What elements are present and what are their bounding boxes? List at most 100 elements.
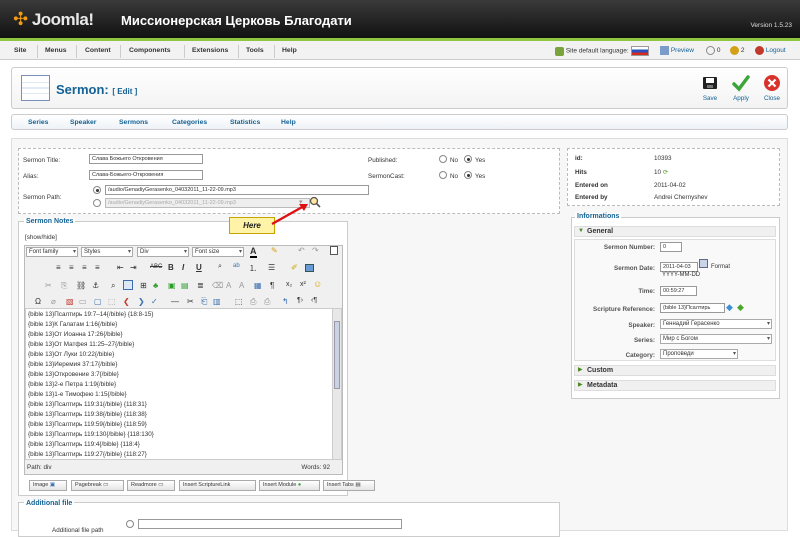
insert-scripturelink-button[interactable]: Insert ScriptureLink xyxy=(179,480,256,491)
outdent-icon[interactable]: ⇤ xyxy=(117,263,124,272)
strikethrough-icon[interactable]: ABC xyxy=(150,264,162,270)
paragraph-icon[interactable]: ¶ xyxy=(270,281,274,290)
return-icon[interactable]: ↰ xyxy=(282,297,289,306)
layer-icon[interactable]: ▭ xyxy=(79,297,87,306)
hr-icon[interactable]: — xyxy=(171,297,179,306)
title-input[interactable]: Слава Божьего Откровения xyxy=(89,154,203,164)
paste-icon[interactable]: ⎗ xyxy=(201,297,207,307)
link-icon[interactable]: ⛓ xyxy=(76,281,86,290)
cleanup-icon[interactable]: ⌀ xyxy=(51,297,56,306)
pagebreak-button[interactable]: Pagebreak ▭ xyxy=(71,480,124,491)
category-select[interactable]: Проповеди xyxy=(660,349,738,359)
align-center-icon[interactable]: ≡ xyxy=(69,263,74,272)
table-icon[interactable] xyxy=(123,280,133,290)
visual-aid-icon[interactable]: ⬚ xyxy=(235,297,243,306)
save-button[interactable]: Save xyxy=(698,74,722,102)
omega-icon[interactable]: Ω xyxy=(35,297,41,306)
numbered-list-icon[interactable]: ⒈ xyxy=(249,263,257,274)
scrollbar-thumb[interactable] xyxy=(334,321,340,389)
speaker-select[interactable]: Геннадий Герасенко xyxy=(660,319,772,329)
paste-word-icon[interactable]: ▥ xyxy=(213,297,221,306)
insert-date-icon[interactable]: ▦ xyxy=(254,281,262,290)
tab-statistics[interactable]: Statistics xyxy=(230,119,260,126)
remove-format-icon[interactable]: ⌫ xyxy=(212,281,223,290)
styles-select[interactable]: Styles xyxy=(81,247,133,257)
tab-sermons[interactable]: Sermons xyxy=(119,119,148,126)
replace-icon[interactable]: ab xyxy=(233,263,240,269)
horizontal-rule-icon[interactable]: ≣ xyxy=(197,281,204,290)
subscript-icon[interactable]: x₂ xyxy=(286,281,292,288)
sermoncast-yes-radio[interactable] xyxy=(464,171,472,179)
redo-icon[interactable]: ↷ xyxy=(312,246,319,255)
additional-file-radio[interactable] xyxy=(126,520,134,528)
alias-input[interactable]: Слава-Божьего-Откровения xyxy=(89,170,203,180)
time-input[interactable]: 00:59:27 xyxy=(660,286,697,296)
text-color-icon[interactable]: A xyxy=(250,246,257,258)
rtl-icon[interactable]: ‹¶ xyxy=(311,297,317,304)
abbr-icon[interactable]: ❯ xyxy=(138,297,145,306)
users-count[interactable]: 2 xyxy=(730,46,744,55)
reset-hits-icon[interactable]: ⟳ xyxy=(663,169,668,176)
menu-tools[interactable]: Tools xyxy=(246,47,264,54)
scissors-icon[interactable]: ✂ xyxy=(187,297,194,306)
image-icon[interactable] xyxy=(305,264,314,272)
anchor-icon[interactable]: ⚓ xyxy=(92,281,99,290)
tab-speaker[interactable]: Speaker xyxy=(70,119,96,126)
bullet-list-icon[interactable]: ☰ xyxy=(268,263,275,272)
menu-extensions[interactable]: Extensions xyxy=(192,47,228,54)
cite-icon[interactable]: ❮ xyxy=(123,297,130,306)
readmore-button[interactable]: Readmore ▭ xyxy=(127,480,175,491)
justify-icon[interactable]: ≡ xyxy=(95,263,100,272)
pagebreak-icon[interactable]: ⬚ xyxy=(108,297,116,306)
insert-tabs-button[interactable]: Insert Tabs ▤ xyxy=(323,480,375,491)
series-select[interactable]: Мир с Богом xyxy=(660,334,772,344)
search-replace-icon[interactable]: ⌕ xyxy=(111,281,115,291)
image-button[interactable]: Image ▣ xyxy=(29,480,67,491)
print-icon[interactable]: ⎙ xyxy=(264,297,270,307)
indent-icon[interactable]: ⇥ xyxy=(130,263,137,272)
path-input[interactable]: /audio/GenadiyGerasenko_04032011_11-22-0… xyxy=(105,185,369,195)
custom-panel-header[interactable]: ▶ Custom xyxy=(574,365,776,376)
font-grow-icon[interactable]: A xyxy=(226,281,231,290)
template-icon[interactable]: ▢ xyxy=(94,297,102,306)
preview-link[interactable]: Preview xyxy=(660,46,694,55)
preview-doc-icon[interactable]: ⎙ xyxy=(250,297,256,307)
cut-icon[interactable]: ✂ xyxy=(45,281,52,290)
code-icon[interactable]: ⊞ xyxy=(140,281,147,290)
menu-help[interactable]: Help xyxy=(282,47,297,54)
show-hide-toggle[interactable]: [show/hide] xyxy=(25,234,57,241)
clean-icon[interactable]: ✐ xyxy=(291,263,298,272)
superscript-icon[interactable]: x² xyxy=(300,281,306,288)
bold-icon[interactable]: B xyxy=(168,263,174,272)
metadata-panel-header[interactable]: ▶ Metadata xyxy=(574,380,776,391)
bible-icon[interactable]: ◆ xyxy=(726,302,733,313)
menu-menus[interactable]: Menus xyxy=(45,47,67,54)
logout-link[interactable]: Logout xyxy=(755,46,786,55)
media-icon[interactable]: ▤ xyxy=(181,281,189,290)
tab-categories[interactable]: Categories xyxy=(172,119,207,126)
add-scripture-icon[interactable]: ◆ xyxy=(737,302,744,313)
path-radio-select[interactable] xyxy=(93,199,101,207)
underline-icon[interactable]: U xyxy=(196,263,202,272)
messages-count[interactable]: 0 xyxy=(706,46,720,55)
insert-icon[interactable]: ♣ xyxy=(153,281,158,290)
calendar-icon[interactable] xyxy=(699,259,708,268)
notes-content-area[interactable]: {bible 13}Псалтирь 19:7–14{/bible} {18:8… xyxy=(25,308,342,460)
published-yes-radio[interactable] xyxy=(464,155,472,163)
joomla-logo[interactable]: ✣ Joomla! xyxy=(13,9,94,30)
insert-module-button[interactable]: Insert Module ● xyxy=(259,480,320,491)
general-panel-header[interactable]: ▼ General xyxy=(574,226,776,237)
font-family-select[interactable]: Font family xyxy=(26,247,78,257)
close-button[interactable]: Close xyxy=(760,74,784,102)
tab-series[interactable]: Series xyxy=(28,119,48,126)
font-shrink-icon[interactable]: A xyxy=(239,281,244,290)
find-icon[interactable]: ⌕ xyxy=(218,263,222,271)
undo-icon[interactable]: ↶ xyxy=(298,246,305,255)
menu-content[interactable]: Content xyxy=(85,47,111,54)
apply-button[interactable]: Apply xyxy=(729,74,753,102)
flash-icon[interactable]: ▧ xyxy=(66,297,74,306)
spellcheck-icon[interactable]: ✓ xyxy=(151,297,158,306)
copy-icon[interactable]: ⎘ xyxy=(61,281,67,291)
path-radio-text[interactable] xyxy=(93,186,101,194)
align-right-icon[interactable]: ≡ xyxy=(82,263,87,272)
